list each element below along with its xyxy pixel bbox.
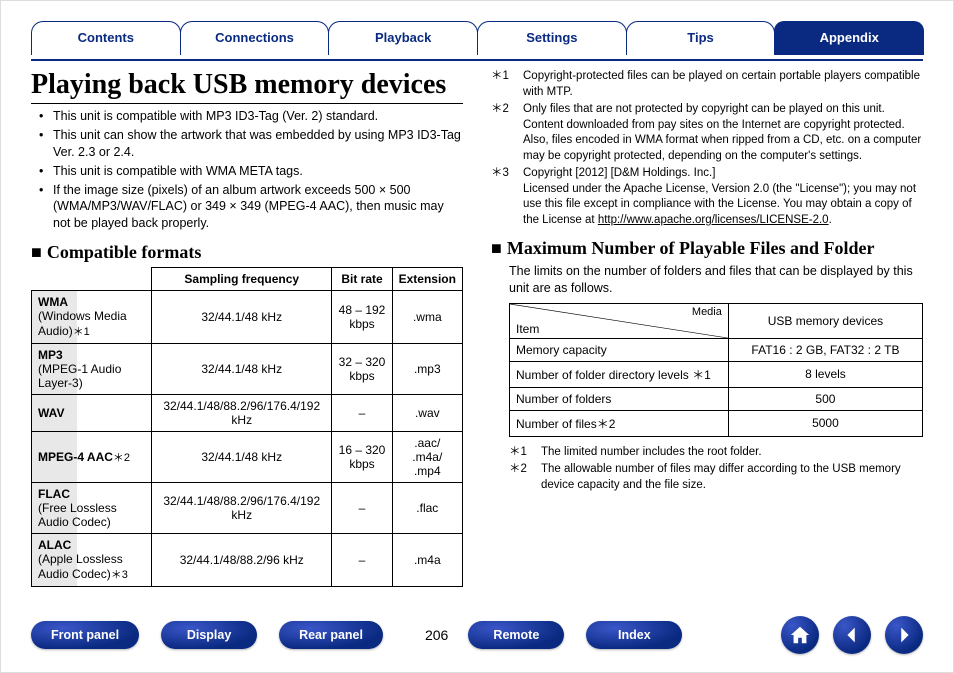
table-cell: 32 – 320 kbps <box>332 344 392 395</box>
table-cell: .mp3 <box>392 344 462 395</box>
tab-appendix[interactable]: Appendix <box>774 21 924 55</box>
page-title: Playing back USB memory devices <box>31 69 463 104</box>
table-cell: 32/44.1/48/88.2/96/176.4/192 kHz <box>152 483 332 534</box>
top-footnotes: ＊1Copyright-protected files can be playe… <box>491 69 923 228</box>
next-icon[interactable] <box>885 616 923 654</box>
table-cell: 16 – 320 kbps <box>332 432 392 483</box>
section-maximum: Maximum Number of Playable Files and Fol… <box>491 238 923 259</box>
format-name-cell: MP3(MPEG-1 Audio Layer-3) <box>32 344 152 395</box>
table-cell: 32/44.1/48 kHz <box>152 344 332 395</box>
max-intro: The limits on the number of folders and … <box>491 263 923 297</box>
table-row: Memory capacityFAT16 : 2 GB, FAT32 : 2 T… <box>510 338 923 361</box>
table-row: MPEG-4 AAC＊232/44.1/48 kHz16 – 320 kbps.… <box>32 432 463 483</box>
table-cell: .m4a <box>392 534 462 587</box>
limits-value-cell: 8 levels <box>728 361 922 387</box>
limits-item-cell: Memory capacity <box>510 338 729 361</box>
right-column: ＊1Copyright-protected files can be playe… <box>491 65 923 587</box>
table-row: WMA(Windows Media Audio)＊132/44.1/48 kHz… <box>32 291 463 344</box>
intro-bullet: If the image size (pixels) of an album a… <box>45 182 463 233</box>
table-cell: – <box>332 395 392 432</box>
footnote: ＊3Copyright [2012] [D&M Holdings. Inc.] … <box>491 166 923 228</box>
limits-item-cell: Number of files＊2 <box>510 410 729 436</box>
limits-value-cell: 5000 <box>728 410 922 436</box>
tab-contents[interactable]: Contents <box>31 21 181 55</box>
prev-icon[interactable] <box>833 616 871 654</box>
limits-value-cell: FAT16 : 2 GB, FAT32 : 2 TB <box>728 338 922 361</box>
table-row: ALAC(Apple Lossless Audio Codec)＊332/44.… <box>32 534 463 587</box>
tab-settings[interactable]: Settings <box>477 21 627 55</box>
front-panel-button[interactable]: Front panel <box>31 621 139 649</box>
table-row: WAV32/44.1/48/88.2/96/176.4/192 kHz–.wav <box>32 395 463 432</box>
intro-bullet: This unit is compatible with WMA META ta… <box>45 163 463 180</box>
tab-playback[interactable]: Playback <box>328 21 478 55</box>
top-tabs: Contents Connections Playback Settings T… <box>31 19 923 53</box>
rear-panel-button[interactable]: Rear panel <box>279 621 383 649</box>
table-cell: .wav <box>392 395 462 432</box>
table-cell: 48 – 192 kbps <box>332 291 392 344</box>
format-name-cell: WMA(Windows Media Audio)＊1 <box>32 291 152 344</box>
limits-item-cell: Number of folder directory levels ＊1 <box>510 361 729 387</box>
page-number: 206 <box>425 627 448 643</box>
section-compatible: Compatible formats <box>31 242 463 263</box>
license-link[interactable]: http://www.apache.org/licenses/LICENSE-2… <box>598 214 829 226</box>
intro-bullet: This unit can show the artwork that was … <box>45 127 463 161</box>
intro-list: This unit is compatible with MP3 ID3-Tag… <box>31 108 463 232</box>
index-button[interactable]: Index <box>586 621 682 649</box>
table-cell: – <box>332 483 392 534</box>
limits-header-value: USB memory devices <box>728 303 922 338</box>
limits-item-cell: Number of folders <box>510 387 729 410</box>
table-cell: – <box>332 534 392 587</box>
col-extension: Extension <box>392 268 462 291</box>
tab-divider <box>31 59 923 61</box>
table-cell: .flac <box>392 483 462 534</box>
tab-tips[interactable]: Tips <box>626 21 776 55</box>
left-column: Playing back USB memory devices This uni… <box>31 65 463 587</box>
table-row: Number of files＊25000 <box>510 410 923 436</box>
footnote: ＊2The allowable number of files may diff… <box>509 462 923 493</box>
limits-header-item: Item <box>516 322 539 336</box>
table-row: Number of folders500 <box>510 387 923 410</box>
footnote: ＊1The limited number includes the root f… <box>509 445 923 461</box>
footnote: ＊2Only files that are not protected by c… <box>491 102 923 164</box>
intro-bullet: This unit is compatible with MP3 ID3-Tag… <box>45 108 463 125</box>
table-cell: 32/44.1/48 kHz <box>152 291 332 344</box>
remote-button[interactable]: Remote <box>468 621 564 649</box>
col-bitrate: Bit rate <box>332 268 392 291</box>
table-row: FLAC(Free Lossless Audio Codec)32/44.1/4… <box>32 483 463 534</box>
footnote: ＊1Copyright-protected files can be playe… <box>491 69 923 100</box>
format-name-cell: MPEG-4 AAC＊2 <box>32 432 152 483</box>
table-cell: 32/44.1/48/88.2/96 kHz <box>152 534 332 587</box>
table-cell: 32/44.1/48 kHz <box>152 432 332 483</box>
format-name-cell: FLAC(Free Lossless Audio Codec) <box>32 483 152 534</box>
limits-table: Media Item USB memory devices Memory cap… <box>509 303 923 437</box>
limits-header-media: Media <box>692 306 722 318</box>
format-name-cell: ALAC(Apple Lossless Audio Codec)＊3 <box>32 534 152 587</box>
bottom-bar: Front panel Display Rear panel 206 Remot… <box>31 616 923 654</box>
tab-connections[interactable]: Connections <box>180 21 330 55</box>
limits-value-cell: 500 <box>728 387 922 410</box>
table-cell: 32/44.1/48/88.2/96/176.4/192 kHz <box>152 395 332 432</box>
home-icon[interactable] <box>781 616 819 654</box>
table-row: Number of folder directory levels ＊18 le… <box>510 361 923 387</box>
format-name-cell: WAV <box>32 395 152 432</box>
formats-table: Sampling frequency Bit rate Extension WM… <box>31 267 463 587</box>
table-cell: .wma <box>392 291 462 344</box>
display-button[interactable]: Display <box>161 621 257 649</box>
col-sampling: Sampling frequency <box>152 268 332 291</box>
table-cell: .aac/ .m4a/ .mp4 <box>392 432 462 483</box>
table-row: MP3(MPEG-1 Audio Layer-3)32/44.1/48 kHz3… <box>32 344 463 395</box>
limits-footnotes: ＊1The limited number includes the root f… <box>491 445 923 494</box>
